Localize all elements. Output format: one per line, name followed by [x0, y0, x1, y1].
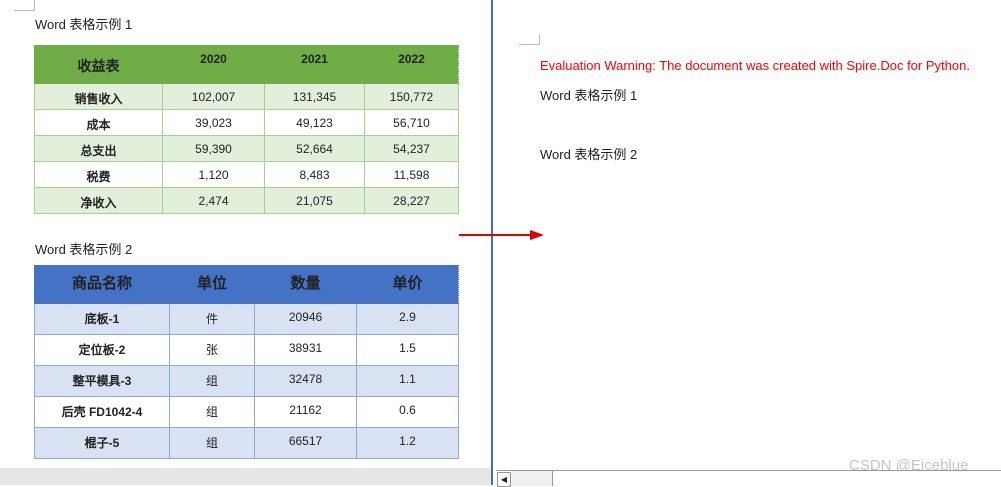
value-cell: 21162 — [254, 396, 357, 428]
value-cell: 21,075 — [264, 187, 365, 214]
value-cell: 张 — [169, 334, 255, 366]
table-row: 底板-1 件 20946 2.9 — [34, 303, 459, 335]
caption-2: Word 表格示例 2 — [35, 242, 133, 257]
value-cell: 1.2 — [356, 427, 459, 459]
table-row: 总支出 59,390 52,664 54,237 — [34, 135, 459, 162]
header-cell: 2021 — [264, 45, 365, 84]
value-cell: 1.1 — [356, 365, 459, 397]
table-row: 棍子-5 组 66517 1.2 — [34, 427, 459, 459]
pane-divider — [491, 0, 493, 485]
evaluation-warning: Evaluation Warning: The document was cre… — [540, 58, 970, 73]
left-pane-bottom-bar — [0, 468, 492, 485]
table-header-row: 收益表 2020 2021 2022 — [34, 45, 459, 84]
header-cell: 数量 — [254, 265, 357, 304]
converted-caption-2: Word 表格示例 2 — [540, 147, 638, 162]
product-table: 商品名称 单位 数量 单价 底板-1 件 20946 2.9 定位板-2 张 38931 1.… — [34, 265, 459, 459]
header-cell: 单位 — [169, 265, 255, 304]
table-header-row: 商品名称 单位 数量 单价 — [34, 265, 459, 304]
table-row: 整平模具-3 组 32478 1.1 — [34, 365, 459, 397]
value-cell: 组 — [169, 427, 255, 459]
value-cell: 0.6 — [356, 396, 459, 428]
row-label-cell: 税费 — [34, 161, 163, 188]
value-cell: 66517 — [254, 427, 357, 459]
header-cell: 2020 — [162, 45, 265, 84]
value-cell: 11,598 — [364, 161, 459, 188]
header-cell: 商品名称 — [34, 265, 170, 304]
table-row: 成本 39,023 49,123 56,710 — [34, 109, 459, 136]
value-cell: 件 — [169, 303, 255, 335]
value-cell: 54,237 — [364, 135, 459, 162]
header-cell: 单价 — [356, 265, 459, 304]
scrollbar-thumb[interactable] — [511, 471, 553, 486]
page-corner-mark — [14, 0, 35, 11]
value-cell: 1.5 — [356, 334, 459, 366]
converted-caption-1: Word 表格示例 1 — [540, 88, 638, 103]
horizontal-scrollbar[interactable]: ◀ — [496, 470, 1001, 487]
arrow-icon — [459, 230, 544, 240]
value-cell: 32478 — [254, 365, 357, 397]
value-cell: 20946 — [254, 303, 357, 335]
value-cell: 150,772 — [364, 83, 459, 110]
value-cell: 8,483 — [264, 161, 365, 188]
table-row: 净收入 2,474 21,075 28,227 — [34, 187, 459, 214]
table-row: 税费 1,120 8,483 11,598 — [34, 161, 459, 188]
value-cell: 49,123 — [264, 109, 365, 136]
value-cell: 59,390 — [162, 135, 265, 162]
row-label-cell: 整平模具-3 — [34, 365, 170, 397]
value-cell: 131,345 — [264, 83, 365, 110]
row-label-cell: 总支出 — [34, 135, 163, 162]
row-label-cell: 销售收入 — [34, 83, 163, 110]
value-cell: 102,007 — [162, 83, 265, 110]
header-cell: 收益表 — [34, 45, 163, 84]
row-label-cell: 棍子-5 — [34, 427, 170, 459]
row-label-cell: 底板-1 — [34, 303, 170, 335]
value-cell: 组 — [169, 396, 255, 428]
value-cell: 组 — [169, 365, 255, 397]
header-cell: 2022 — [364, 45, 459, 84]
caption-1: Word 表格示例 1 — [35, 17, 133, 32]
row-label-cell: 后壳 FD1042-4 — [34, 396, 170, 428]
table-row: 销售收入 102,007 131,345 150,772 — [34, 83, 459, 110]
row-label-cell: 净收入 — [34, 187, 163, 214]
value-cell: 39,023 — [162, 109, 265, 136]
table-row: 后壳 FD1042-4 组 21162 0.6 — [34, 396, 459, 428]
value-cell: 56,710 — [364, 109, 459, 136]
value-cell: 38931 — [254, 334, 357, 366]
value-cell: 52,664 — [264, 135, 365, 162]
revenue-table: 收益表 2020 2021 2022 销售收入 102,007 131,345 150… — [34, 45, 459, 214]
row-label-cell: 成本 — [34, 109, 163, 136]
value-cell: 28,227 — [364, 187, 459, 214]
page-corner-mark — [519, 34, 540, 45]
value-cell: 1,120 — [162, 161, 265, 188]
table-row: 定位板-2 张 38931 1.5 — [34, 334, 459, 366]
left-document-page: Word 表格示例 1 收益表 2020 2021 2022 销售收入 102,0… — [0, 0, 492, 485]
value-cell: 2,474 — [162, 187, 265, 214]
value-cell: 2.9 — [356, 303, 459, 335]
row-label-cell: 定位板-2 — [34, 334, 170, 366]
